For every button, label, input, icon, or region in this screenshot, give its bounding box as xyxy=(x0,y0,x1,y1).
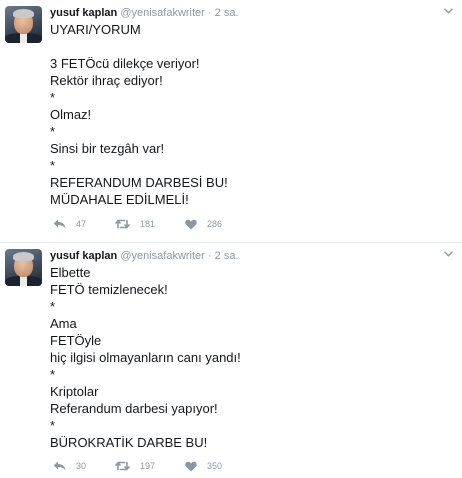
retweet-count: 197 xyxy=(140,461,156,471)
like-count: 350 xyxy=(207,461,223,471)
tweet[interactable]: yusuf kaplan @yenisafakwriter · 2 sa. El… xyxy=(0,243,462,478)
tweet-line: FETÖ temizlenecek! xyxy=(50,282,168,297)
avatar-collar xyxy=(20,276,27,286)
retweet-icon xyxy=(115,219,130,229)
header-separator: · xyxy=(207,7,212,19)
heart-icon xyxy=(185,219,197,229)
reply-icon xyxy=(53,219,66,229)
retweet-count: 181 xyxy=(140,219,156,229)
tweet-line: hiç ilgisi olmayanların canı yandı! xyxy=(50,350,241,365)
tweet-line: Referandum darbesi yapıyor! xyxy=(50,401,218,416)
heart-icon xyxy=(185,461,197,471)
reply-count: 30 xyxy=(76,461,87,471)
header-separator: · xyxy=(207,250,212,262)
retweet-button[interactable]: 181 xyxy=(115,216,155,232)
like-count: 286 xyxy=(207,219,223,229)
tweet-text: Elbette FETÖ temizlenecek! * Ama FETÖyle… xyxy=(50,264,450,451)
retweet-icon xyxy=(115,461,130,471)
reply-button[interactable]: 47 xyxy=(53,216,86,232)
tweet-line: Elbette xyxy=(50,265,91,280)
avatar[interactable] xyxy=(5,6,42,43)
tweet-line: * xyxy=(50,158,56,173)
tweet[interactable]: yusuf kaplan @yenisafakwriter · 2 sa. UY… xyxy=(0,0,462,243)
tweet-line: Rektör ihraç ediyor! xyxy=(50,73,163,88)
retweet-button[interactable]: 197 xyxy=(115,458,155,474)
tweet-line: Sinsi bir tezgâh var! xyxy=(50,141,165,156)
tweet-header: yusuf kaplan @yenisafakwriter · 2 sa. xyxy=(50,6,239,20)
author-name[interactable]: yusuf kaplan xyxy=(50,7,117,19)
tweet-timestamp[interactable]: 2 sa. xyxy=(215,7,239,19)
tweet-line: Ama xyxy=(50,316,77,331)
tweet-line: 3 FETÖcü dilekçe veriyor! xyxy=(50,56,200,71)
tweet-line: FETÖyle xyxy=(50,333,102,348)
reply-button[interactable]: 30 xyxy=(53,458,86,474)
author-name[interactable]: yusuf kaplan xyxy=(50,250,117,262)
reply-icon xyxy=(53,461,66,471)
tweet-header: yusuf kaplan @yenisafakwriter · 2 sa. xyxy=(50,249,239,263)
tweet-line xyxy=(50,38,450,55)
tweet-line: MÜDAHALE EDİLMELİ! xyxy=(50,192,189,207)
tweet-text: UYARI/YORUM 3 FETÖcü dilekçe veriyor! Re… xyxy=(50,21,450,208)
avatar-hair xyxy=(13,252,34,261)
tweet-line: * xyxy=(50,124,56,139)
tweet-line: * xyxy=(50,90,56,105)
chevron-down-icon[interactable] xyxy=(444,8,453,14)
tweet-line: Olmaz! xyxy=(50,107,92,122)
chevron-down-icon[interactable] xyxy=(444,251,453,257)
like-button[interactable]: 286 xyxy=(185,216,222,232)
author-handle[interactable]: @yenisafakwriter xyxy=(120,250,205,262)
tweet-line: * xyxy=(50,299,56,314)
tweet-line: * xyxy=(50,418,56,433)
tweet-line: UYARI/YORUM xyxy=(50,22,141,37)
tweet-line: REFERANDUM DARBESİ BU! xyxy=(50,175,228,190)
avatar[interactable] xyxy=(5,249,42,286)
avatar-hair xyxy=(13,9,34,18)
tweet-line: * xyxy=(50,367,56,382)
author-handle[interactable]: @yenisafakwriter xyxy=(120,7,205,19)
avatar-collar xyxy=(20,33,27,43)
tweet-line: BÜROKRATİK DARBE BU! xyxy=(50,435,208,450)
tweet-line: Kriptolar xyxy=(50,384,99,399)
tweet-timestamp[interactable]: 2 sa. xyxy=(215,250,239,262)
reply-count: 47 xyxy=(76,219,87,229)
like-button[interactable]: 350 xyxy=(185,458,222,474)
